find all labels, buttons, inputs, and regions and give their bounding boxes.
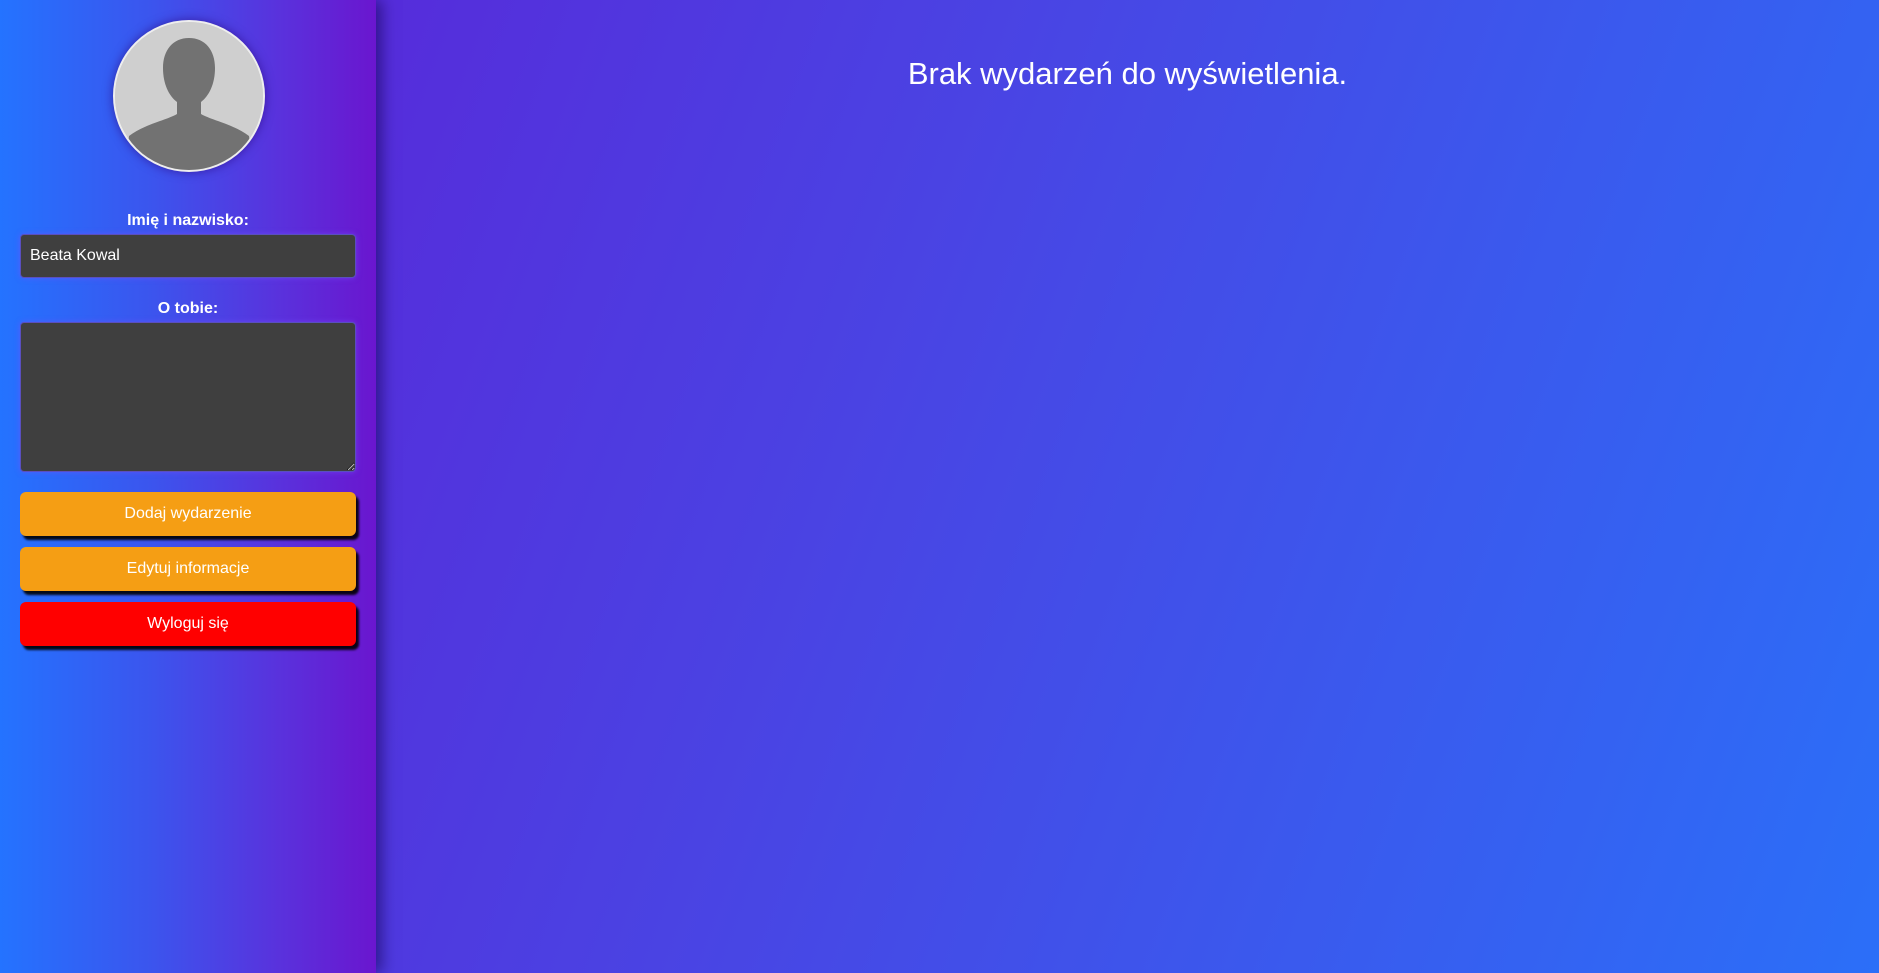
logout-button[interactable]: Wyloguj się <box>20 602 356 646</box>
user-silhouette-icon <box>115 22 263 170</box>
edit-info-button[interactable]: Edytuj informacje <box>20 547 356 591</box>
profile-sidebar: Imię i nazwisko: O tobie: Dodaj wydarzen… <box>0 0 376 973</box>
empty-events-message: Brak wydarzeń do wyświetlenia. <box>907 56 1348 91</box>
about-label: O tobie: <box>157 300 219 317</box>
name-input[interactable] <box>20 234 356 278</box>
about-textarea[interactable] <box>20 322 356 472</box>
add-event-button[interactable]: Dodaj wydarzenie <box>20 492 356 536</box>
avatar <box>113 20 265 172</box>
name-label: Imię i nazwisko: <box>127 212 249 229</box>
